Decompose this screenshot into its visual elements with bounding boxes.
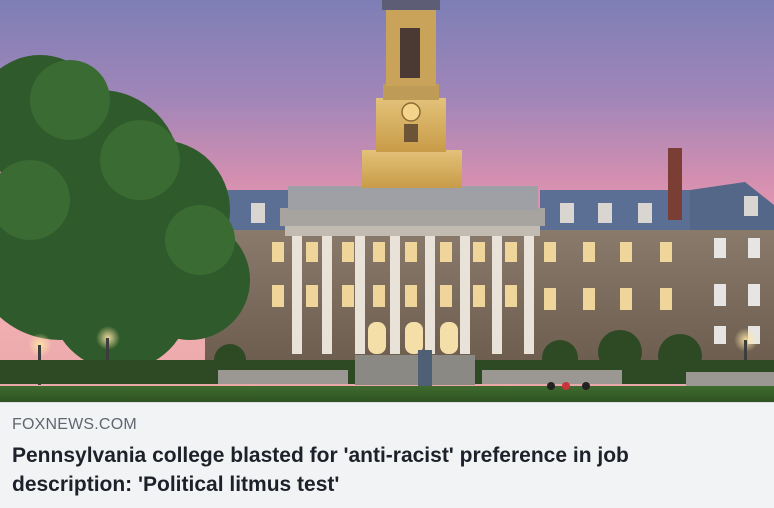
preview-image[interactable] (0, 0, 774, 402)
preview-meta[interactable]: FOXNEWS.COM Pennsylvania college blasted… (0, 402, 774, 508)
source-domain: FOXNEWS.COM (12, 416, 137, 433)
link-preview-card[interactable]: FOXNEWS.COM Pennsylvania college blasted… (0, 0, 774, 508)
headline[interactable]: Pennsylvania college blasted for 'anti-r… (12, 441, 752, 499)
